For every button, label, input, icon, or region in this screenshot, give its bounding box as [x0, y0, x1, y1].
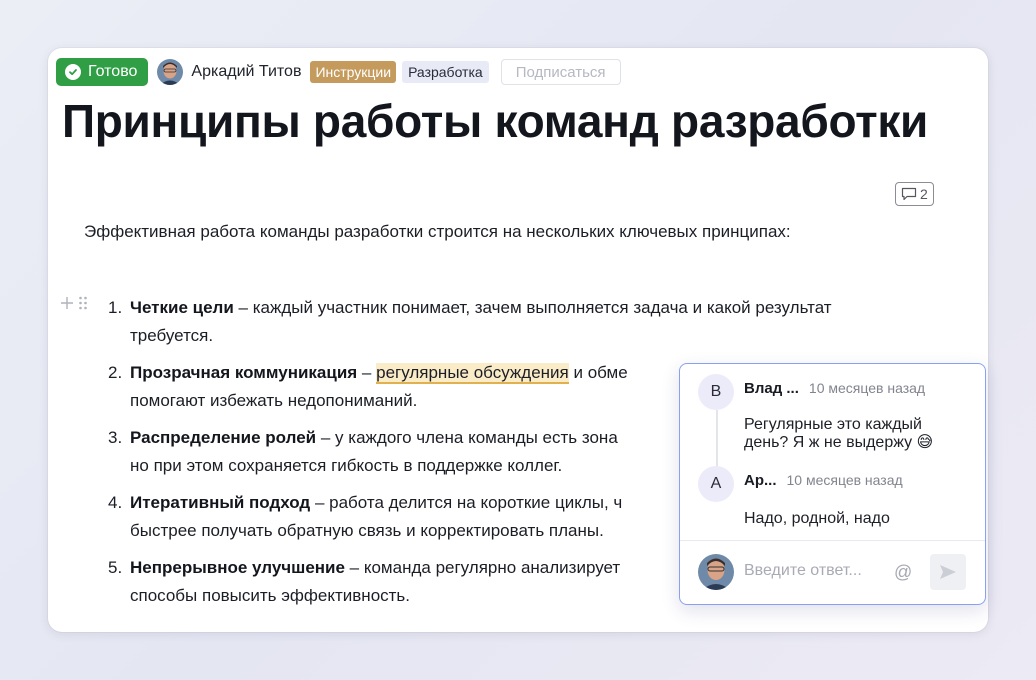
mention-icon[interactable]: @: [894, 562, 912, 583]
tag-instructions[interactable]: Инструкции: [310, 61, 397, 83]
page-title: Принципы работы команд разработки: [62, 95, 929, 147]
comment-text: Надо, родной, надо: [744, 510, 890, 527]
list-number: 1.: [108, 298, 123, 317]
list-item-text: – команда регулярно анализирует: [344, 558, 621, 577]
avatar[interactable]: В: [698, 374, 734, 410]
tag-development[interactable]: Разработка: [402, 61, 489, 83]
list-number: 4.: [108, 493, 123, 512]
comment-icon: [901, 187, 917, 201]
list-number: 5.: [108, 558, 123, 577]
list-item-text: быстрее получать обратную связь и коррек…: [130, 521, 604, 540]
list-item-text: – работа делится на короткие циклы, ч: [310, 493, 623, 512]
comment-author[interactable]: Влад ...: [744, 380, 799, 397]
current-user-avatar: [698, 554, 734, 590]
status-badge[interactable]: Готово: [56, 58, 149, 86]
list-item-text: –: [357, 363, 377, 382]
add-block-icon[interactable]: [60, 296, 74, 310]
send-button[interactable]: [930, 554, 966, 590]
comment-timestamp: 10 месяцев назад: [786, 472, 903, 488]
commented-highlight[interactable]: регулярные обсуждения: [376, 363, 569, 384]
list-item: 1. Четкие цели – каждый участник понимае…: [108, 294, 888, 350]
check-icon: [65, 64, 81, 80]
list-item-text: – у каждого члена команды есть зона: [316, 428, 618, 447]
avatar[interactable]: А: [698, 466, 734, 502]
status-label: Готово: [88, 63, 138, 80]
intro-paragraph: Эффективная работа команды разработки ст…: [84, 222, 791, 241]
list-item-text: помогают избежать недопониманий.: [130, 391, 418, 410]
list-item-text: способы повысить эффективность.: [130, 586, 411, 605]
list-item-text: – каждый участник понимает, зачем выполн…: [130, 298, 832, 345]
reply-input[interactable]: [744, 562, 884, 580]
author-avatar[interactable]: [157, 59, 184, 85]
comment-timestamp: 10 месяцев назад: [808, 380, 926, 396]
list-item-title: Итеративный подход: [130, 493, 311, 512]
list-item-title: Распределение ролей: [130, 428, 317, 447]
list-number: 2.: [108, 363, 123, 382]
divider: [680, 540, 985, 541]
comment-count-button[interactable]: 2: [895, 182, 934, 206]
send-icon: [940, 565, 956, 579]
block-handle[interactable]: [60, 296, 88, 310]
list-item-title: Непрерывное улучшение: [130, 558, 345, 577]
comment-thread-popup: В Влад ... 10 месяцев назад Регулярные э…: [679, 363, 986, 605]
list-number: 3.: [108, 428, 123, 447]
list-item-text: и обме: [568, 363, 628, 382]
comment-count: 2: [920, 186, 928, 202]
comment-text: Регулярные это каждый день? Я ж не выдер…: [744, 416, 934, 451]
drag-handle-icon[interactable]: [78, 296, 88, 310]
document-meta-bar: Готово Аркадий Титов Инструкции Разработ…: [56, 58, 621, 86]
comment-author[interactable]: Ар...: [744, 472, 777, 489]
list-item-text: но при этом сохраняется гибкость в подде…: [130, 456, 563, 475]
list-item-title: Прозрачная коммуникация: [130, 363, 358, 382]
author-name[interactable]: Аркадий Титов: [191, 63, 301, 81]
list-item-title: Четкие цели: [130, 298, 234, 317]
subscribe-button[interactable]: Подписаться: [500, 59, 621, 85]
